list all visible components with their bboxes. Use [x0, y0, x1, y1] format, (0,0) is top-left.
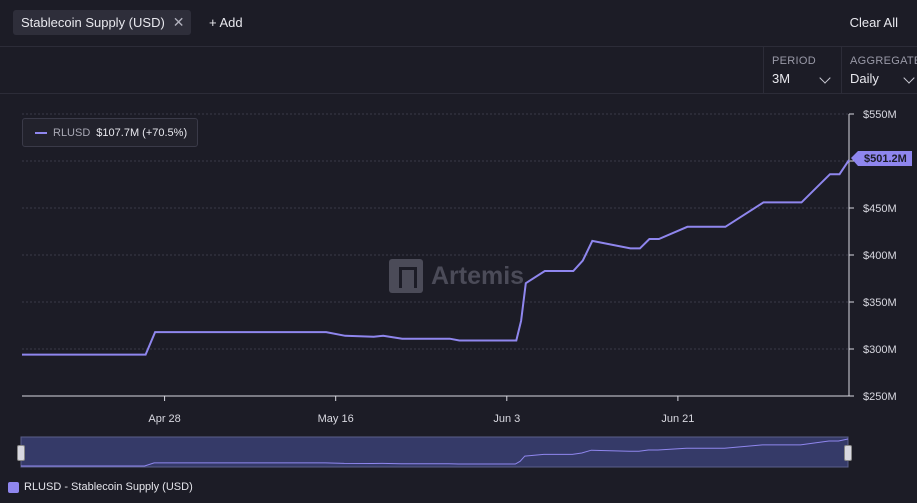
series-swatch	[35, 131, 47, 134]
aggregate-label: AGGREGATE	[850, 55, 917, 67]
navigator-handle-left[interactable]	[17, 445, 25, 461]
x-axis-ticks: Apr 28 May 16 Jun 3 Jun 21	[148, 396, 694, 425]
period-label: PERIOD	[772, 55, 816, 67]
navigator-background	[20, 436, 849, 468]
aggregate-select[interactable]: AGGREGATE Daily	[841, 47, 917, 93]
y-axis-ticks: $550M $500M $450M $400M $350M $300M $250M	[849, 109, 897, 403]
watermark-text: Artemis	[431, 261, 525, 290]
y-tick-label: $300M	[863, 344, 897, 356]
tooltip-series-value: $107.7M (+70.5%)	[96, 126, 188, 139]
y-tick-label: $500M	[863, 156, 897, 168]
top-bar: Stablecoin Supply (USD) ✕ + Add Clear Al…	[0, 0, 917, 46]
tooltip-series-name: RLUSD	[53, 126, 91, 139]
y-tick-label: $250M	[863, 391, 897, 403]
legend-swatch	[8, 481, 19, 493]
x-tick-label: Jun 21	[661, 413, 694, 425]
filter-chip[interactable]: Stablecoin Supply (USD) ✕	[13, 10, 191, 35]
y-tick-label: $350M	[863, 297, 897, 309]
close-icon[interactable]: ✕	[173, 14, 185, 31]
navigator-handle-right[interactable]	[844, 445, 852, 461]
watermark: Artemis	[389, 259, 524, 293]
chart-controls: PERIOD 3M AGGREGATE Daily	[0, 46, 917, 94]
y-tick-label: $400M	[863, 250, 897, 262]
period-value: 3M	[772, 71, 791, 86]
navigator-series-line	[21, 438, 849, 467]
series-line-rlusd	[22, 159, 850, 356]
artemis-logo-icon	[389, 259, 423, 293]
clear-all-button[interactable]: Clear All	[850, 15, 898, 30]
filter-chip-label: Stablecoin Supply (USD)	[21, 15, 165, 30]
last-value-badge: $501.2M	[851, 151, 912, 166]
bottom-legend[interactable]: RLUSD - Stablecoin Supply (USD)	[8, 481, 193, 493]
add-button[interactable]: + Add	[209, 15, 243, 30]
y-tick-label: $450M	[863, 203, 897, 215]
x-tick-label: May 16	[318, 413, 354, 425]
x-tick-label: Jun 3	[493, 413, 520, 425]
tooltip-legend: RLUSD $107.7M (+70.5%)	[22, 118, 199, 147]
period-select[interactable]: PERIOD 3M	[763, 47, 841, 93]
x-tick-label: Apr 28	[148, 413, 180, 425]
bottom-legend-label: RLUSD - Stablecoin Supply (USD)	[24, 481, 193, 493]
last-value-text: $501.2M	[864, 153, 907, 165]
y-tick-label: $550M	[863, 109, 897, 121]
grid-lines	[22, 113, 849, 350]
